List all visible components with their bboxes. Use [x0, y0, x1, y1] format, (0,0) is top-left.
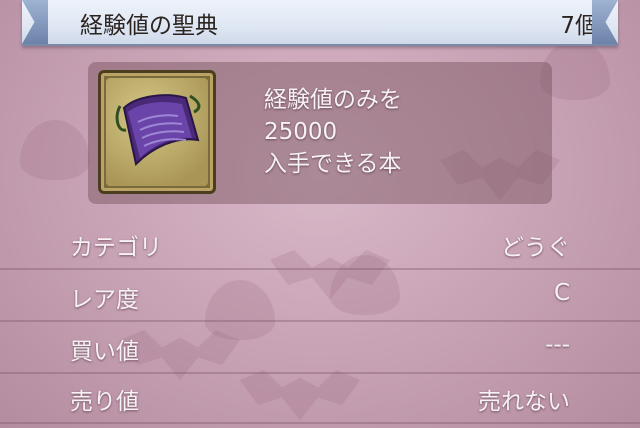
stat-label: カテゴリ: [70, 235, 162, 261]
header-right-ornament: [592, 0, 618, 44]
header-left-ornament: [22, 0, 48, 44]
stat-value: ---: [545, 332, 570, 358]
slime-silhouette-icon: [20, 120, 90, 180]
item-name: 経験値の聖典: [80, 13, 218, 39]
stat-label: レア度: [70, 287, 139, 313]
stat-row-rarity: レア度 C: [0, 270, 640, 322]
scroll-book-icon: [115, 94, 201, 167]
stat-value: 売れない: [478, 389, 570, 415]
stat-label: 買い値: [70, 339, 139, 365]
stat-row-sell-price: 売り値 売れない: [0, 372, 640, 424]
item-icon-frame: [98, 70, 216, 194]
description-line-3: 入手できる本: [264, 151, 402, 177]
stat-row-buy-price: 買い値 ---: [0, 322, 640, 374]
description-line-1: 経験値のみを: [264, 87, 402, 113]
description-line-2: 25000: [264, 119, 338, 145]
stat-label: 売り値: [70, 389, 139, 415]
stat-value: どうぐ: [501, 235, 570, 261]
item-description: 経験値のみを 25000 入手できる本: [264, 84, 402, 180]
stat-row-category: カテゴリ どうぐ: [0, 218, 640, 270]
item-header-bar: 経験値の聖典 7個: [22, 0, 618, 46]
stat-value: C: [553, 280, 570, 306]
